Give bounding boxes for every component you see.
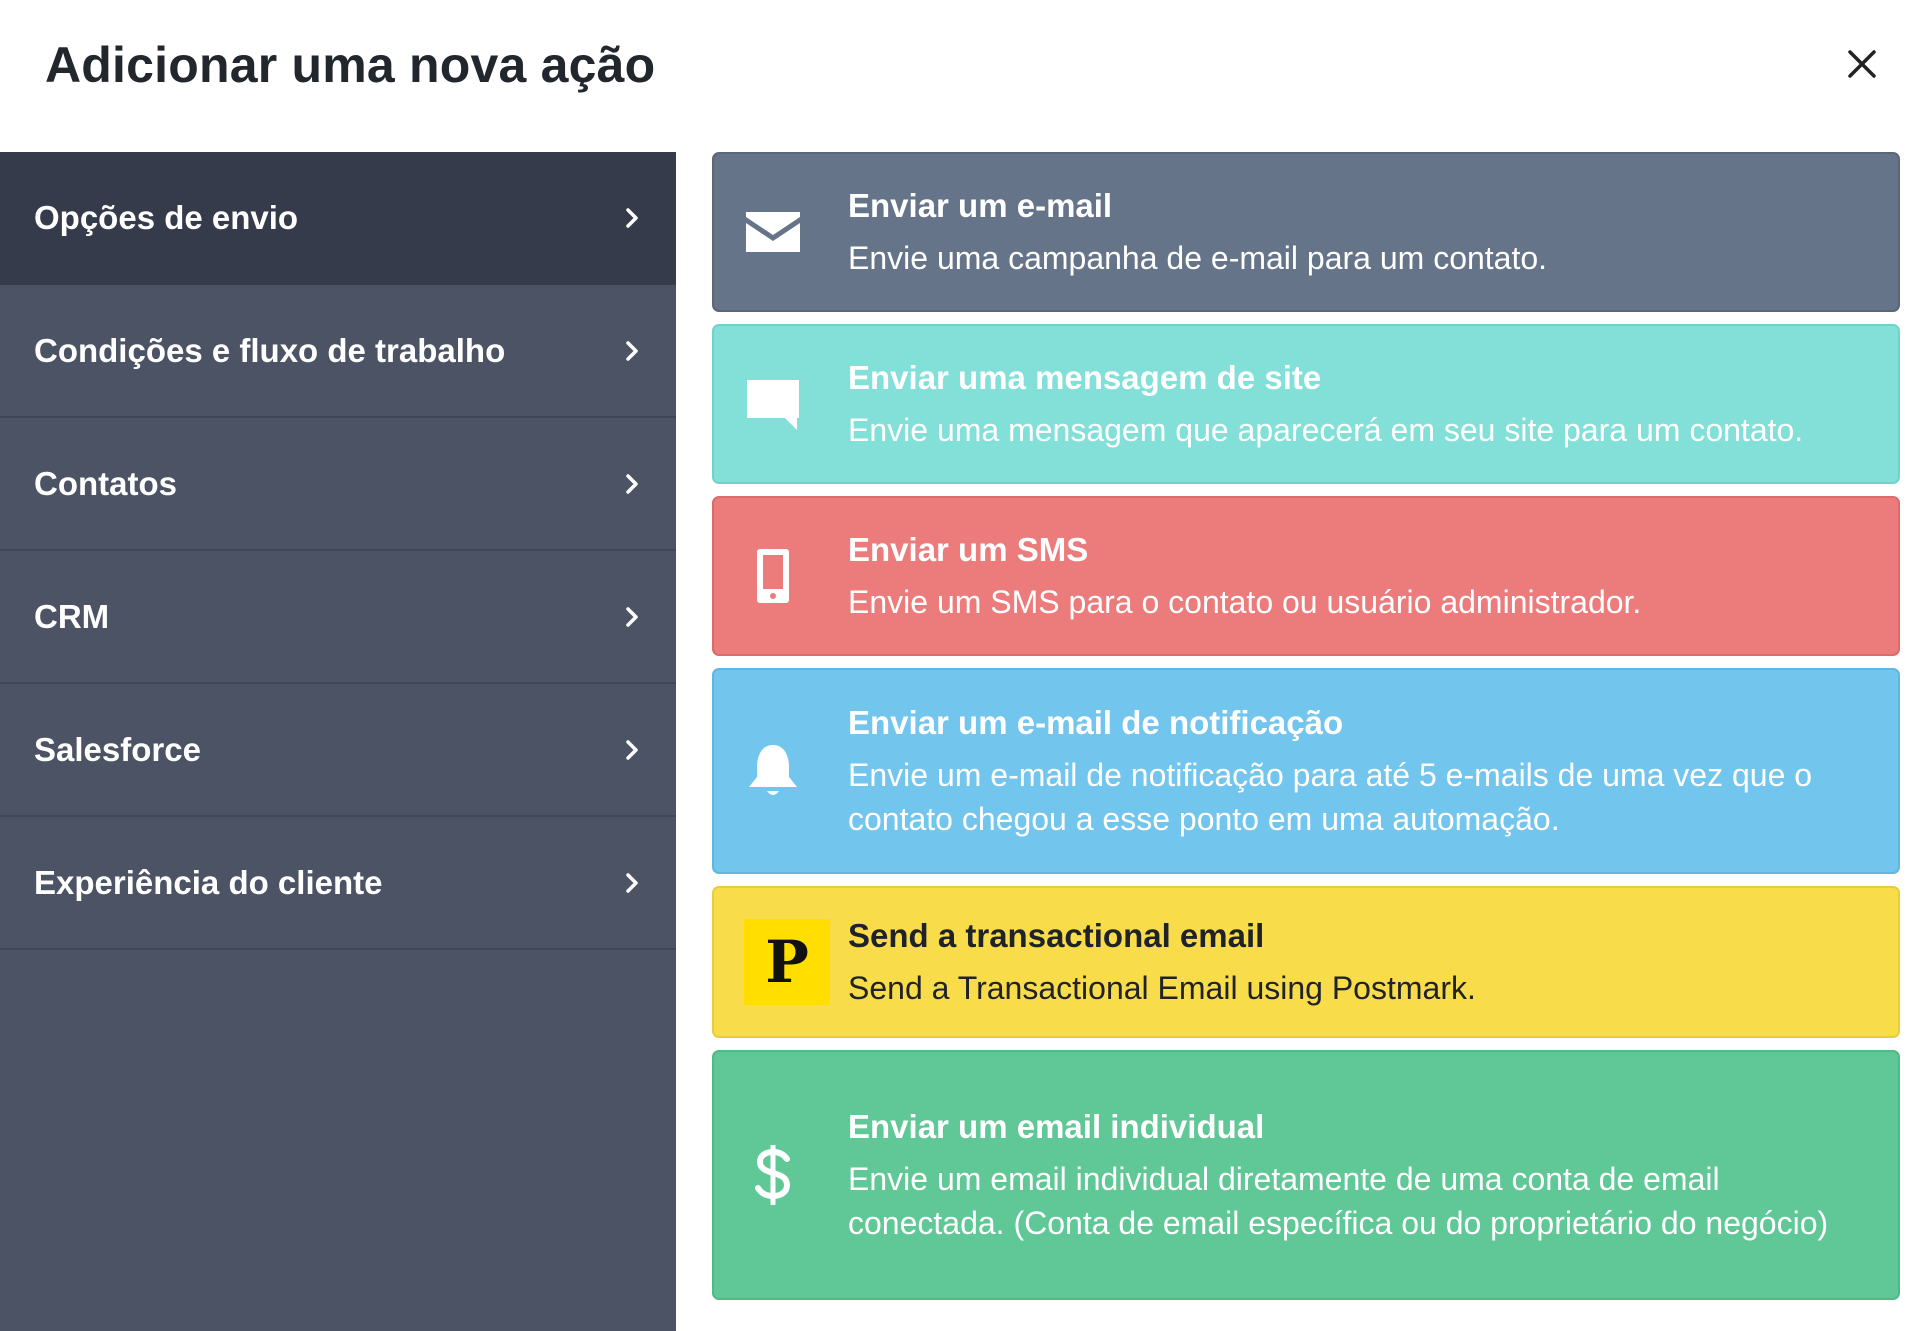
- action-card-individual-email[interactable]: Enviar um email individual Envie um emai…: [712, 1050, 1900, 1300]
- chevron-right-icon: [624, 736, 642, 764]
- action-list: Enviar um e-mail Envie uma campanha de e…: [712, 152, 1900, 1312]
- sidebar-item-label: Contatos: [34, 464, 177, 502]
- sidebar-item-opcoes-de-envio[interactable]: Opções de envio: [0, 152, 676, 285]
- action-card-title: Enviar uma mensagem de site: [848, 359, 1322, 396]
- sidebar-item-label: Experiência do cliente: [34, 863, 383, 901]
- modal-header: Adicionar uma nova ação: [0, 0, 1920, 152]
- action-card-text: Enviar um SMS Envie um SMS para o contat…: [848, 528, 1641, 624]
- action-card-description: Envie um SMS para o contato ou usuário a…: [848, 584, 1642, 620]
- postmark-logo-icon: P: [744, 919, 830, 1005]
- action-card-notification-email[interactable]: Enviar um e-mail de notificação Envie um…: [712, 668, 1900, 874]
- action-card-text: Enviar um e-mail de notificação Envie um…: [848, 701, 1858, 841]
- chevron-right-icon: [624, 603, 642, 631]
- chevron-right-icon: [624, 869, 642, 897]
- chevron-right-icon: [624, 337, 642, 365]
- close-button[interactable]: [1840, 42, 1884, 86]
- sidebar-item-salesforce[interactable]: Salesforce: [0, 684, 676, 817]
- action-card-text: Enviar um email individual Envie um emai…: [848, 1105, 1858, 1245]
- action-card-description: Envie um e-mail de notificação para até …: [848, 757, 1813, 837]
- action-card-description: Envie uma mensagem que aparecerá em seu …: [848, 412, 1804, 448]
- chevron-right-icon: [624, 204, 642, 232]
- action-card-title: Enviar um e-mail: [848, 187, 1113, 224]
- action-card-postmark[interactable]: P Send a transactional email Send a Tran…: [712, 886, 1900, 1038]
- action-card-text: Send a transactional email Send a Transa…: [848, 914, 1476, 1010]
- chat-bubble-icon: [742, 373, 804, 435]
- category-sidebar: Opções de envio Condições e fluxo de tra…: [0, 152, 676, 1331]
- action-card-title: Enviar um SMS: [848, 531, 1089, 568]
- dollar-icon: [742, 1144, 804, 1206]
- action-card-text: Enviar uma mensagem de site Envie uma me…: [848, 356, 1803, 452]
- sidebar-item-label: Salesforce: [34, 730, 201, 768]
- action-card-title: Enviar um email individual: [848, 1108, 1265, 1145]
- action-card-description: Envie um email individual diretamente de…: [848, 1161, 1829, 1241]
- sidebar-item-label: Opções de envio: [34, 198, 299, 236]
- postmark-logo: P: [744, 919, 830, 1005]
- action-card-text: Enviar um e-mail Envie uma campanha de e…: [848, 184, 1547, 280]
- sidebar-item-label: CRM: [34, 597, 110, 635]
- sidebar-item-experiencia-do-cliente[interactable]: Experiência do cliente: [0, 817, 676, 950]
- bell-icon: [742, 740, 804, 802]
- envelope-icon: [742, 201, 804, 263]
- action-card-description: Envie uma campanha de e-mail para um con…: [848, 240, 1548, 276]
- action-card-description: Send a Transactional Email using Postmar…: [848, 970, 1476, 1006]
- mobile-phone-icon: [742, 545, 804, 607]
- action-card-sms[interactable]: Enviar um SMS Envie um SMS para o contat…: [712, 496, 1900, 656]
- action-card-title: Enviar um e-mail de notificação: [848, 704, 1344, 741]
- modal-title: Adicionar uma nova ação: [45, 37, 656, 93]
- sidebar-item-condicoes[interactable]: Condições e fluxo de trabalho: [0, 285, 676, 418]
- sidebar-item-crm[interactable]: CRM: [0, 551, 676, 684]
- sidebar-item-contatos[interactable]: Contatos: [0, 418, 676, 551]
- action-card-site-message[interactable]: Enviar uma mensagem de site Envie uma me…: [712, 324, 1900, 484]
- chevron-right-icon: [624, 470, 642, 498]
- sidebar-item-label: Condições e fluxo de trabalho: [34, 331, 506, 369]
- close-icon: [1848, 50, 1876, 78]
- action-card-title: Send a transactional email: [848, 917, 1265, 954]
- action-card-send-email[interactable]: Enviar um e-mail Envie uma campanha de e…: [712, 152, 1900, 312]
